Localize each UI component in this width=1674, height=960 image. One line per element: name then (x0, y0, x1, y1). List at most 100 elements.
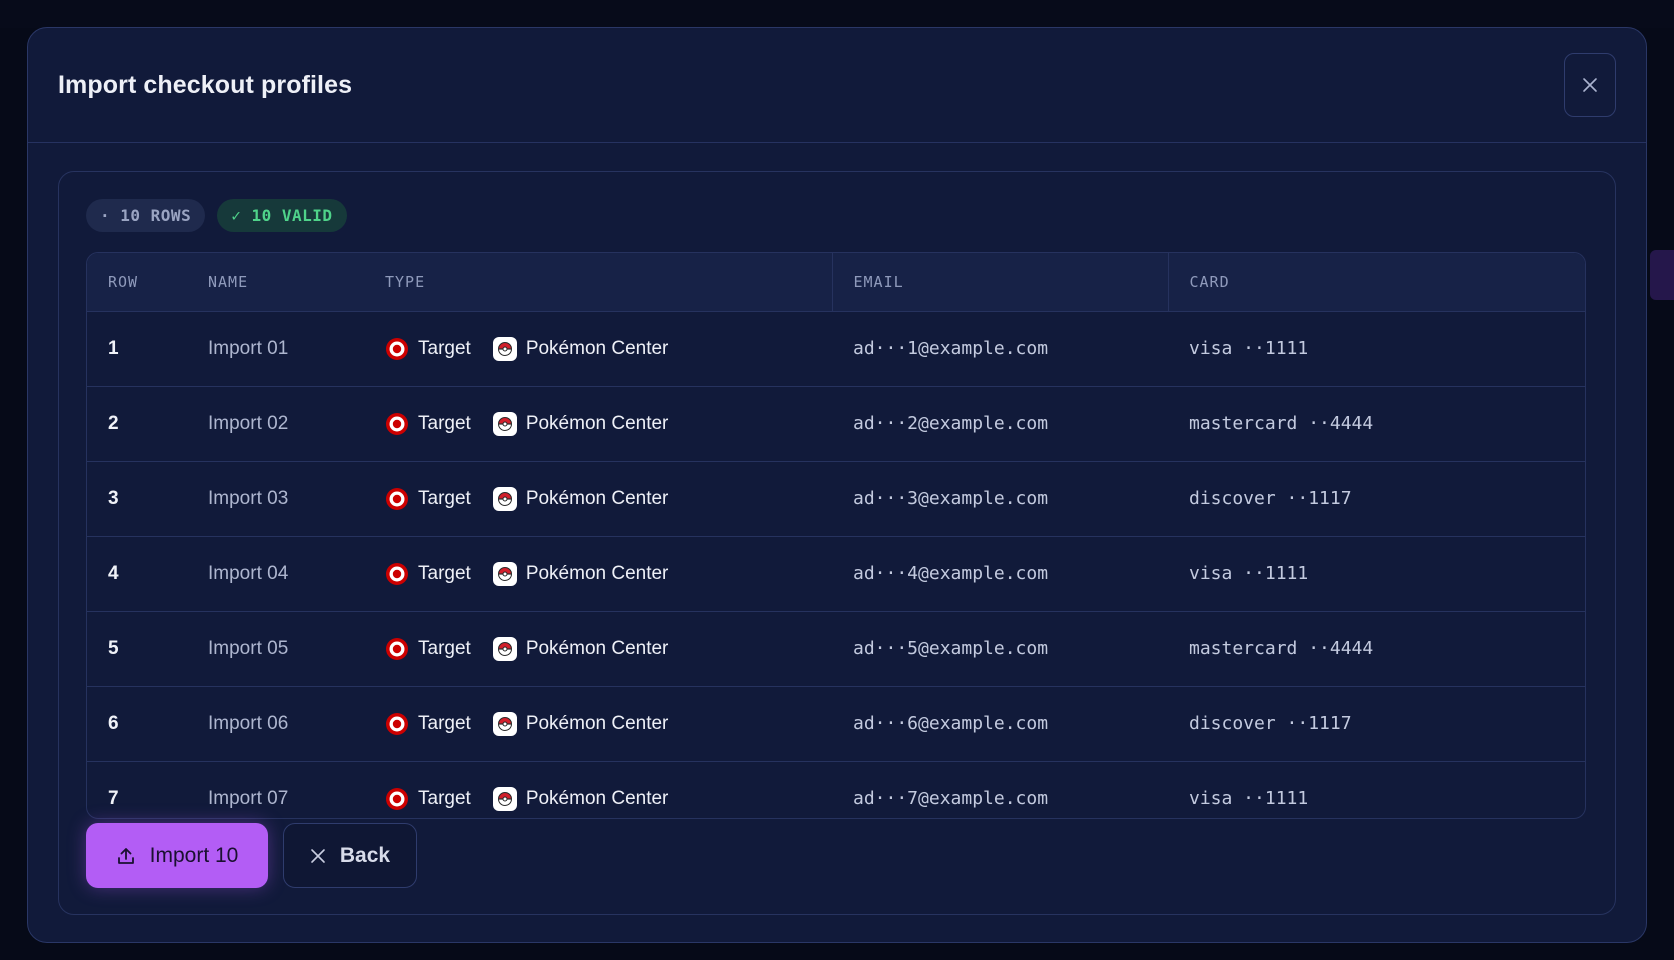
type-label: Target (418, 562, 471, 584)
column-header-card: CARD (1167, 253, 1585, 312)
profile-name: Import 02 (208, 412, 289, 434)
type-label: Target (418, 637, 471, 659)
table-row[interactable]: 5 Import 05 Target Pokémon Center ad···5@exa… (87, 611, 1585, 686)
profile-types: Target Pokémon Center (364, 611, 832, 686)
column-header-email: EMAIL (831, 253, 1168, 312)
close-icon (1583, 78, 1597, 92)
modal-actions: Import 10 Back (86, 823, 417, 888)
profile-name: Import 04 (208, 562, 289, 584)
row-number: 6 (108, 712, 119, 734)
type-label: Pokémon Center (525, 637, 669, 659)
table-row[interactable]: 7 Import 07 Target Pokémon Center ad···7@exa… (87, 761, 1585, 818)
profile-email: ad···7@example.com (853, 788, 1049, 809)
profile-name: Import 03 (208, 487, 289, 509)
type-label: Pokémon Center (525, 712, 669, 734)
profiles-table[interactable]: ROW NAME TYPE EMAIL CARD 1 Import 01 Targe… (86, 252, 1586, 819)
profile-email: ad···1@example.com (853, 338, 1049, 359)
table-header-row: ROW NAME TYPE EMAIL CARD (87, 253, 1585, 312)
pokeball-icon (492, 786, 517, 811)
profile-card: mastercard ··4444 (1189, 638, 1374, 659)
row-number: 5 (108, 637, 119, 659)
table-row[interactable]: 4 Import 04 Target Pokémon Center ad···4@exa… (87, 536, 1585, 611)
x-icon (311, 848, 325, 863)
type-chip-target: Target (385, 712, 471, 736)
column-header-row: ROW (87, 253, 187, 312)
type-label: Target (418, 487, 471, 509)
valid-count-badge: ✓ 10 VALID (217, 199, 347, 232)
type-label: Target (418, 337, 471, 359)
pokeball-icon (492, 711, 517, 736)
profile-card: discover ··1117 (1189, 713, 1352, 734)
type-chip-pokemon-center: Pokémon Center (492, 486, 668, 511)
target-logo-icon (386, 712, 408, 735)
type-chip-target: Target (385, 337, 471, 361)
profile-types: Target Pokémon Center (364, 686, 832, 761)
pokeball-icon (492, 486, 517, 511)
profile-types: Target Pokémon Center (364, 311, 832, 386)
table-row[interactable]: 6 Import 06 Target Pokémon Center ad···6@exa… (87, 686, 1585, 761)
table-row[interactable]: 2 Import 02 Target Pokémon Center ad···2@exa… (87, 386, 1585, 461)
type-chip-target: Target (385, 487, 471, 511)
row-number: 7 (108, 787, 119, 809)
type-chip-target: Target (385, 412, 471, 436)
pokeball-icon (492, 561, 517, 586)
column-header-name: NAME (187, 253, 364, 312)
profile-name: Import 06 (208, 712, 289, 734)
type-chip-pokemon-center: Pokémon Center (492, 411, 669, 436)
profile-name: Import 01 (208, 337, 289, 359)
column-header-type: TYPE (364, 253, 832, 312)
table-row[interactable]: 1 Import 01 Target Pokémon Center ad···1@exa… (87, 311, 1585, 386)
rows-count-badge: · 10 ROWS (86, 199, 206, 232)
summary-badges: · 10 ROWS ✓ 10 VALID (86, 199, 347, 232)
import-button-label: Import 10 (149, 843, 239, 867)
type-label: Pokémon Center (525, 787, 669, 809)
table-row[interactable]: 3 Import 03 Target Pokémon Center ad···3@exa… (87, 461, 1585, 536)
type-label: Pokémon Center (525, 562, 669, 584)
backdrop (0, 0, 1674, 28)
profile-name: Import 07 (208, 787, 289, 809)
type-label: Target (418, 712, 471, 734)
target-logo-icon (386, 562, 408, 585)
type-label: Target (418, 787, 471, 809)
backdrop-accent (1650, 250, 1674, 300)
profile-types: Target Pokémon Center (364, 386, 832, 461)
row-number: 1 (108, 337, 119, 359)
back-button[interactable]: Back (283, 823, 417, 888)
profile-email: ad···4@example.com (853, 563, 1049, 584)
type-label: Target (418, 412, 471, 434)
import-button[interactable]: Import 10 (86, 823, 268, 888)
type-chip-pokemon-center: Pokémon Center (492, 711, 669, 736)
profile-types: Target Pokémon Center (364, 761, 832, 818)
target-logo-icon (386, 487, 408, 510)
type-chip-pokemon-center: Pokémon Center (492, 636, 669, 661)
row-number: 2 (108, 412, 119, 434)
profile-card: visa ··1111 (1189, 338, 1309, 359)
close-button[interactable] (1564, 53, 1616, 117)
profile-email: ad···2@example.com (853, 413, 1049, 434)
type-chip-target: Target (385, 787, 471, 811)
target-logo-icon (386, 337, 408, 360)
profile-email: ad···6@example.com (853, 713, 1049, 734)
profile-card: visa ··1111 (1189, 788, 1309, 809)
back-button-label: Back (339, 843, 391, 867)
target-logo-icon (386, 787, 408, 810)
profile-email: ad···3@example.com (853, 488, 1049, 509)
type-label: Pokémon Center (525, 412, 669, 434)
profile-email: ad···5@example.com (853, 638, 1049, 659)
type-chip-pokemon-center: Pokémon Center (492, 561, 669, 586)
upload-icon (117, 847, 134, 864)
pokeball-icon (492, 636, 517, 661)
pokeball-icon (492, 411, 517, 436)
target-logo-icon (386, 637, 408, 660)
profile-name: Import 05 (208, 637, 289, 659)
modal-title: Import checkout profiles (58, 70, 353, 99)
import-profiles-modal: Import checkout profiles · 10 ROWS ✓ 10 … (27, 27, 1647, 943)
profile-card: discover ··1117 (1189, 488, 1352, 509)
type-chip-target: Target (385, 637, 471, 661)
modal-header: Import checkout profiles (28, 28, 1646, 143)
profile-types: Target Pokémon Center (364, 536, 832, 611)
import-preview-panel: · 10 ROWS ✓ 10 VALID ROW NAME TYPE EMAIL… (58, 171, 1616, 915)
type-chip-pokemon-center: Pokémon Center (492, 786, 669, 811)
profile-card: mastercard ··4444 (1189, 413, 1374, 434)
profile-card: visa ··1111 (1189, 563, 1309, 584)
